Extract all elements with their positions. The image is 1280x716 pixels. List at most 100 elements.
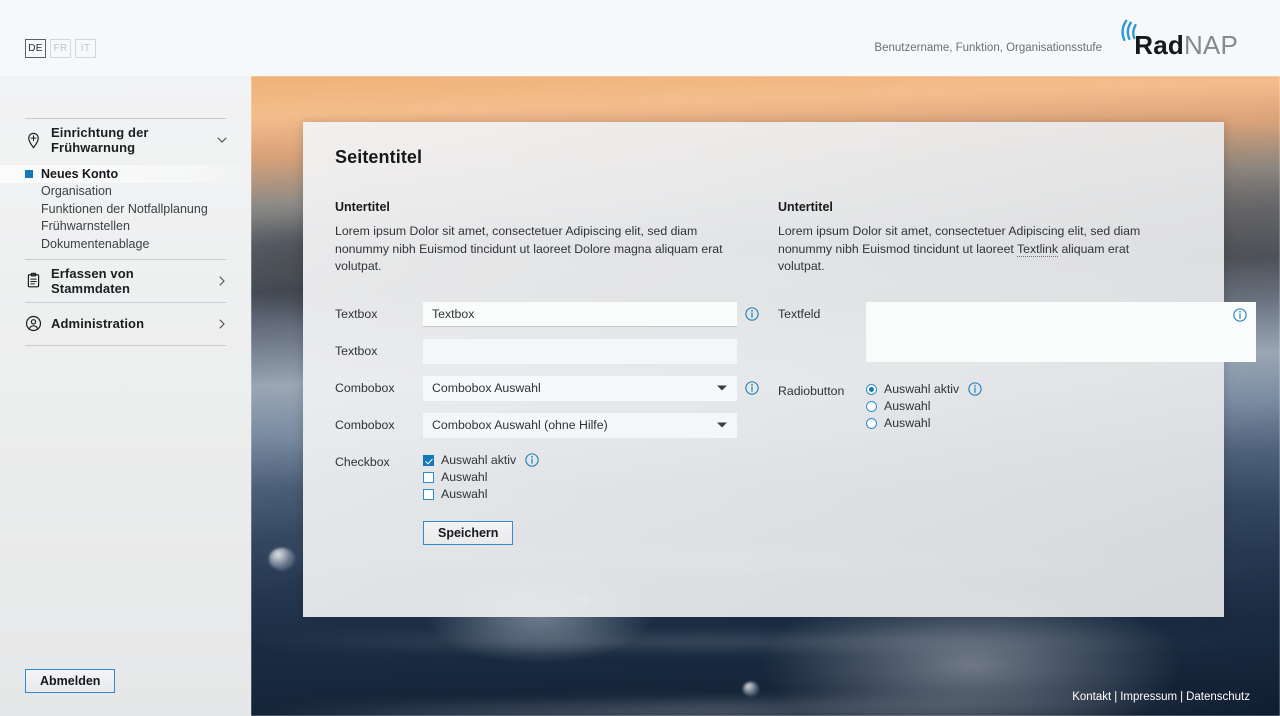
field-label: Textbox (335, 306, 378, 321)
background-streak (251, 636, 1280, 648)
sidebar-nav: Einrichtung der Frühwarnung Neues Konto … (0, 118, 251, 346)
checkbox-box-checked[interactable] (423, 454, 434, 466)
info-icon[interactable] (745, 381, 759, 395)
footer-separator: | (1180, 691, 1184, 703)
checkbox-box[interactable] (423, 488, 434, 500)
radio-label: Auswahl aktiv (884, 382, 960, 397)
sidebar: Einrichtung der Frühwarnung Neues Konto … (0, 76, 251, 716)
sidebar-item-dokumentenablage[interactable]: Dokumentenablage (0, 235, 251, 253)
sidebar-item-neues-konto[interactable]: Neues Konto (0, 165, 251, 183)
field-label: Textbox (335, 343, 378, 358)
text-link[interactable]: Textlink (1017, 241, 1059, 257)
logout-container: Abmelden (25, 669, 116, 693)
right-form: Textfeld Radiobutton Auswahl aktiv Auswa… (778, 301, 1256, 432)
form-row-combobox-1: Combobox Combobox Auswahl (335, 375, 778, 401)
radio-option-1[interactable]: Auswahl aktiv (866, 381, 1195, 398)
left-subtitle: Untertitel (335, 200, 390, 214)
sidebar-sublist-fruehwarnung: Neues Konto Organisation Funktionen der … (0, 161, 251, 259)
sidebar-group-administration[interactable]: Administration (0, 303, 251, 345)
sidebar-item-fruehwarnstellen[interactable]: Frühwarnstellen (0, 218, 251, 236)
radio-option-3[interactable]: Auswahl (866, 415, 1195, 432)
chevron-right-icon[interactable] (215, 274, 229, 288)
checkbox-label: Auswahl aktiv (441, 453, 517, 468)
combobox-value: Combobox Auswahl (432, 381, 541, 396)
lang-button-fr[interactable]: FR (50, 39, 71, 58)
checkbox-option-1[interactable]: Auswahl aktiv (423, 452, 778, 469)
combobox-select-1[interactable]: Combobox Auswahl (423, 375, 737, 401)
bullet-placeholder (25, 240, 33, 248)
info-icon[interactable] (745, 307, 759, 321)
logo-text: RadNAP (1134, 31, 1238, 59)
right-paragraph: Lorem ipsum Dolor sit amet, consectetuer… (778, 223, 1173, 276)
checkbox-group: Auswahl aktiv Auswahl Auswahl (423, 450, 778, 503)
form-row-textbox-2: Textbox (335, 338, 778, 364)
footer-link-datenschutz[interactable]: Datenschutz (1186, 691, 1250, 703)
sidebar-item-label: Frühwarnstellen (41, 219, 130, 234)
bullet-placeholder (25, 222, 33, 230)
sidebar-item-funktionen-notfallplanung[interactable]: Funktionen der Notfallplanung (0, 200, 251, 218)
sidebar-group-label: Einrichtung der Frühwarnung (51, 125, 149, 155)
app-logo: RadNAP (1112, 17, 1238, 59)
radio-button-selected[interactable] (866, 383, 877, 395)
textbox-input-1[interactable]: Textbox (423, 301, 737, 327)
form-row-textarea: Textfeld (778, 301, 1256, 362)
sidebar-item-label: Funktionen der Notfallplanung (41, 201, 208, 216)
left-column: Untertitel Lorem ipsum Dolor sit amet, c… (335, 200, 778, 545)
field-wrapper (423, 338, 778, 364)
content-card: Seitentitel Untertitel Lorem ipsum Dolor… (303, 122, 1256, 617)
clipboard-icon (27, 272, 40, 288)
save-button[interactable]: Speichern (423, 520, 514, 545)
water-droplet (269, 548, 295, 570)
chevron-right-icon[interactable] (215, 317, 229, 331)
footer-links: Kontakt | Impressum | Datenschutz (1072, 691, 1250, 703)
chevron-down-icon[interactable] (717, 385, 727, 391)
left-form: Textbox Textbox Textbox Combobox Combobo… (335, 301, 778, 545)
textbox-input-2[interactable] (423, 338, 737, 364)
nav-divider (25, 344, 226, 346)
save-button-container: Speichern (423, 520, 778, 545)
lang-button-it[interactable]: IT (75, 39, 96, 58)
info-icon[interactable] (1233, 308, 1247, 322)
logo-text-nap: NAP (1183, 30, 1238, 60)
active-bullet-icon (25, 169, 33, 178)
field-wrapper: Textbox (423, 301, 778, 327)
checkbox-option-2[interactable]: Auswahl (423, 469, 778, 486)
radio-button[interactable] (866, 417, 877, 429)
sidebar-item-organisation[interactable]: Organisation (0, 183, 251, 201)
chevron-down-icon[interactable] (215, 133, 229, 147)
radio-option-2[interactable]: Auswahl (866, 398, 1195, 415)
info-icon[interactable] (968, 382, 982, 396)
chevron-down-icon[interactable] (717, 422, 727, 428)
checkbox-box[interactable] (423, 471, 434, 483)
footer-link-impressum[interactable]: Impressum (1120, 691, 1177, 703)
signal-waves-icon (1121, 19, 1137, 42)
logout-button[interactable]: Abmelden (25, 669, 116, 693)
checkbox-label: Auswahl (441, 470, 488, 485)
lang-button-de[interactable]: DE (25, 39, 46, 58)
footer-link-kontakt[interactable]: Kontakt (1072, 691, 1111, 703)
bullet-placeholder (25, 205, 33, 213)
sidebar-group-stammdaten[interactable]: Erfassen von Stammdaten (0, 260, 251, 302)
sidebar-group-fruehwarnung[interactable]: Einrichtung der Frühwarnung (0, 119, 251, 161)
left-paragraph: Lorem ipsum Dolor sit amet, consectetuer… (335, 224, 723, 274)
right-subtitle: Untertitel (778, 200, 833, 214)
field-label: Combobox (335, 417, 395, 432)
radio-group: Auswahl aktiv Auswahl Auswahl (866, 379, 1195, 432)
checkbox-option-3[interactable]: Auswahl (423, 486, 778, 503)
top-bar: DE FR IT Benutzername, Funktion, Organis… (0, 0, 1280, 76)
app-root: DE FR IT Benutzername, Funktion, Organis… (0, 0, 1280, 716)
form-row-combobox-2: Combobox Combobox Auswahl (ohne Hilfe) (335, 412, 778, 438)
combobox-select-2[interactable]: Combobox Auswahl (ohne Hilfe) (423, 412, 737, 438)
radio-button[interactable] (866, 400, 877, 412)
footer-separator: | (1114, 691, 1118, 703)
bullet-placeholder (25, 187, 33, 195)
water-droplet (743, 682, 759, 696)
field-label: Checkbox (335, 454, 390, 469)
form-row-radio: Radiobutton Auswahl aktiv Auswahl Auswah… (778, 379, 1195, 432)
sidebar-item-label: Neues Konto (41, 166, 119, 181)
field-label: Textfeld (778, 306, 821, 321)
user-circle-icon (25, 315, 42, 332)
language-switcher[interactable]: DE FR IT (25, 39, 96, 58)
textarea-input[interactable] (866, 301, 1256, 362)
info-icon[interactable] (525, 453, 539, 467)
